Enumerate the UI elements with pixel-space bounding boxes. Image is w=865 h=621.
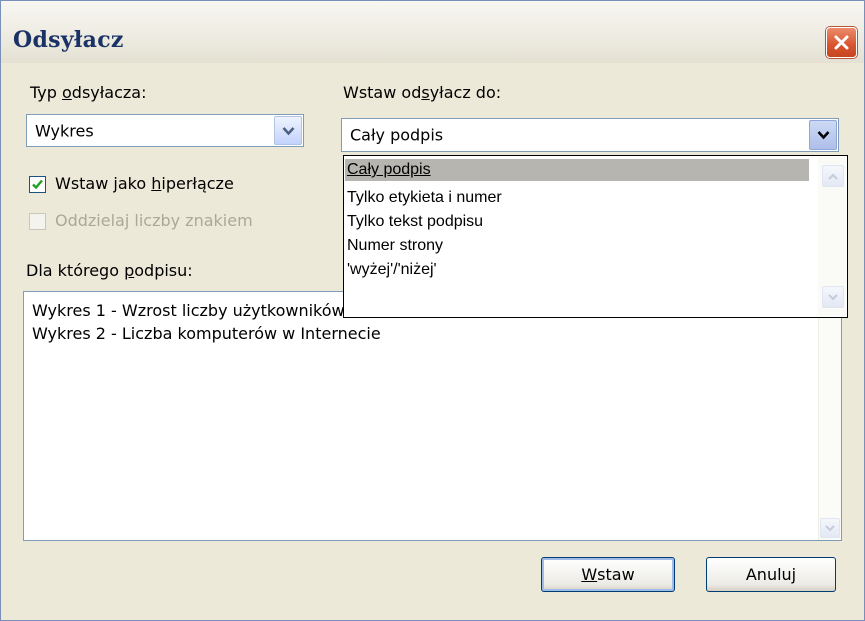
caption-listbox[interactable]: Wykres 1 - Wzrost liczby użytkowników In… xyxy=(23,291,842,541)
separate-numbers-label: Oddzielaj liczby znakiem xyxy=(55,211,253,230)
ref-type-combobox[interactable]: Wykres xyxy=(26,114,304,147)
dropdown-option-selected[interactable]: Cały podpis xyxy=(345,159,809,181)
hyperlink-label[interactable]: Wstaw jako hiperłącze xyxy=(55,174,234,193)
dropdown-option[interactable]: Tylko etykieta i numer xyxy=(345,187,807,209)
insert-ref-dropdown-button[interactable] xyxy=(809,120,837,150)
dropdown-scrollbar[interactable] xyxy=(818,157,846,316)
ref-type-label: Typ odsyłacza: xyxy=(30,83,147,102)
chevron-down-icon xyxy=(282,126,294,135)
ref-type-dropdown-button[interactable] xyxy=(274,116,302,145)
dropdown-option[interactable]: 'wyżej'/'niżej' xyxy=(345,259,807,281)
close-icon xyxy=(834,35,849,50)
ref-type-value: Wykres xyxy=(35,121,94,140)
checkmark-icon xyxy=(32,179,43,190)
insert-button[interactable]: Wstaw xyxy=(541,557,675,592)
list-item[interactable]: Wykres 2 - Liczba komputerów w Interneci… xyxy=(24,322,841,345)
hyperlink-checkbox[interactable] xyxy=(29,176,46,193)
dropdown-option[interactable]: Tylko tekst podpisu xyxy=(345,211,807,233)
insert-ref-label: Wstaw odsyłacz do: xyxy=(343,83,502,102)
caption-list-scrollbar[interactable] xyxy=(818,292,841,540)
chevron-down-icon xyxy=(817,131,829,140)
dialog-title: Odsyłacz xyxy=(13,27,124,53)
scroll-up-icon xyxy=(828,173,838,180)
scroll-down-button[interactable] xyxy=(820,518,840,538)
caption-list-label: Dla którego podpisu: xyxy=(26,261,193,280)
dropdown-scroll-down-button[interactable] xyxy=(822,286,844,308)
dropdown-option[interactable]: Numer strony xyxy=(345,235,807,257)
insert-ref-combobox[interactable]: Cały podpis xyxy=(341,118,839,152)
insert-ref-dropdown-list[interactable]: Cały podpis Tylko etykieta i numer Tylko… xyxy=(343,155,848,318)
dialog-body: Typ odsyłacza: Wykres Wstaw odsyłacz do:… xyxy=(6,63,859,615)
cross-reference-dialog: Odsyłacz Typ odsyłacza: Wykres Wstaw ods… xyxy=(0,0,865,621)
title-bar[interactable]: Odsyłacz xyxy=(1,1,864,63)
close-button[interactable] xyxy=(826,27,857,58)
insert-ref-value: Cały podpis xyxy=(350,125,444,145)
cancel-button[interactable]: Anuluj xyxy=(706,557,836,592)
scroll-down-icon xyxy=(825,524,835,531)
separate-numbers-checkbox xyxy=(29,213,46,230)
scroll-down-icon xyxy=(828,293,838,300)
dropdown-scroll-up-button[interactable] xyxy=(822,165,844,187)
